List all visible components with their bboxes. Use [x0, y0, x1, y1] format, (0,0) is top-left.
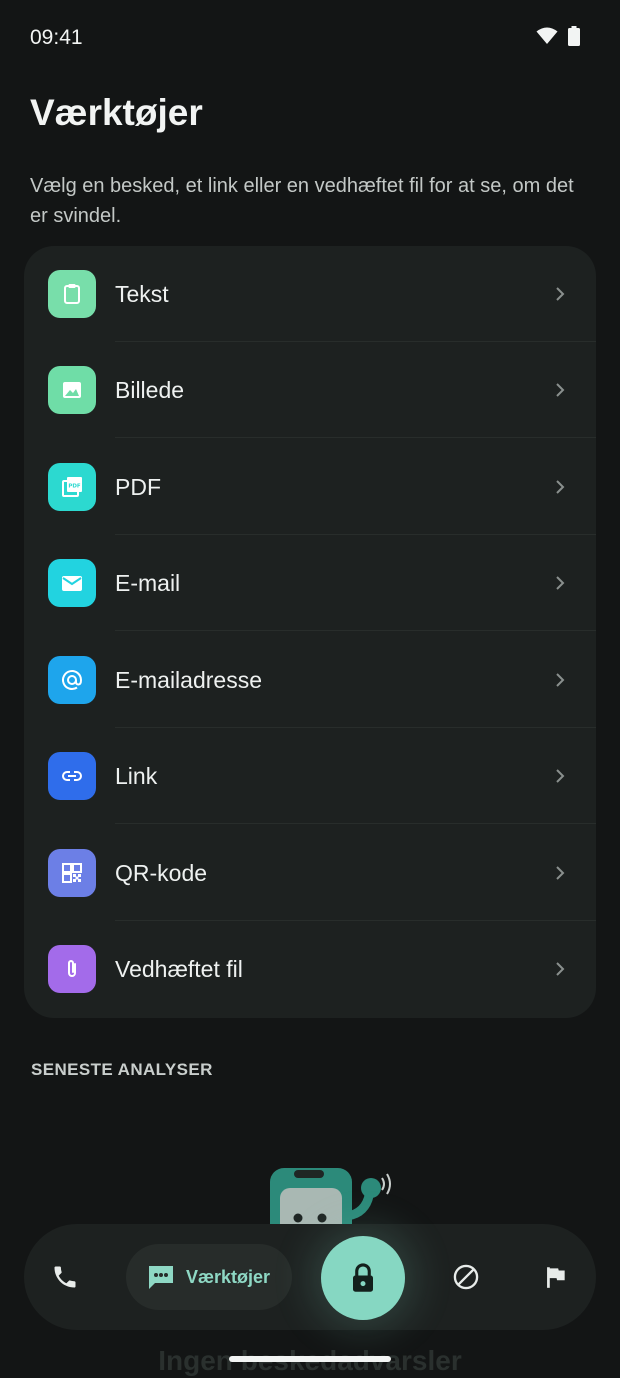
status-icons [536, 26, 580, 46]
chevron-right-icon [556, 866, 565, 880]
status-bar: 09:41 [0, 0, 620, 76]
svg-text:PDF: PDF [68, 484, 81, 490]
tool-label: QR-kode [115, 859, 208, 886]
block-icon [453, 1264, 479, 1290]
tool-row-pdf[interactable]: PDF PDF [24, 439, 596, 535]
tool-label: Vedhæftet fil [115, 955, 243, 982]
pdf-icon: PDF [48, 463, 96, 511]
tool-row-vedhaeftet-fil[interactable]: Vedhæftet fil [24, 921, 596, 1017]
image-icon [48, 366, 96, 414]
chevron-right-icon [556, 962, 565, 976]
nav-tools-label: Værktøjer [186, 1266, 271, 1287]
qr-code-icon [48, 849, 96, 897]
wifi-icon [536, 27, 558, 44]
recent-analyses-header: SENESTE ANALYSER [31, 1060, 213, 1079]
tool-row-billede[interactable]: Billede [24, 342, 596, 438]
tool-row-emailadresse[interactable]: E-mailadresse [24, 632, 596, 728]
tool-label: Link [115, 762, 158, 789]
lock-icon [353, 1263, 373, 1292]
divider [115, 629, 596, 631]
home-indicator [229, 1356, 391, 1362]
divider [115, 436, 596, 438]
status-time: 09:41 [30, 26, 83, 49]
tool-row-email[interactable]: E-mail [24, 535, 596, 631]
paperclip-icon [48, 945, 96, 993]
tool-row-tekst[interactable]: Tekst [24, 246, 596, 342]
bottom-nav: Værktøjer [24, 1224, 596, 1330]
tool-row-qr-kode[interactable]: QR-kode [24, 825, 596, 921]
tool-label: PDF [115, 473, 161, 500]
divider [115, 822, 596, 824]
nav-reports[interactable] [531, 1252, 581, 1302]
clipboard-icon [48, 270, 96, 318]
nav-blocked[interactable] [441, 1252, 491, 1302]
chat-dots-icon [149, 1266, 173, 1289]
chevron-right-icon [556, 480, 565, 494]
tool-label: E-mailadresse [115, 666, 262, 693]
tools-card: Tekst Billede PDF PDF E-mail E-mailadres… [24, 246, 596, 1018]
chevron-right-icon [556, 287, 565, 301]
nav-protection[interactable] [321, 1236, 405, 1320]
chevron-right-icon [556, 383, 565, 397]
chevron-right-icon [556, 576, 565, 590]
page-title: Værktøjer [30, 92, 203, 133]
nav-tools[interactable]: Værktøjer [126, 1244, 292, 1310]
link-icon [48, 752, 96, 800]
at-icon [48, 656, 96, 704]
chevron-right-icon [556, 673, 565, 687]
chevron-right-icon [556, 769, 565, 783]
nav-calls[interactable] [40, 1252, 90, 1302]
tool-label: Tekst [115, 280, 169, 307]
tool-row-link[interactable]: Link [24, 728, 596, 824]
phone-icon [54, 1266, 76, 1288]
flag-icon [547, 1267, 565, 1288]
battery-icon [568, 26, 580, 46]
tool-label: Billede [115, 376, 185, 403]
page-description: Vælg en besked, et link eller en vedhæft… [30, 175, 574, 227]
mail-icon [48, 559, 96, 607]
tool-label: E-mail [115, 569, 181, 596]
